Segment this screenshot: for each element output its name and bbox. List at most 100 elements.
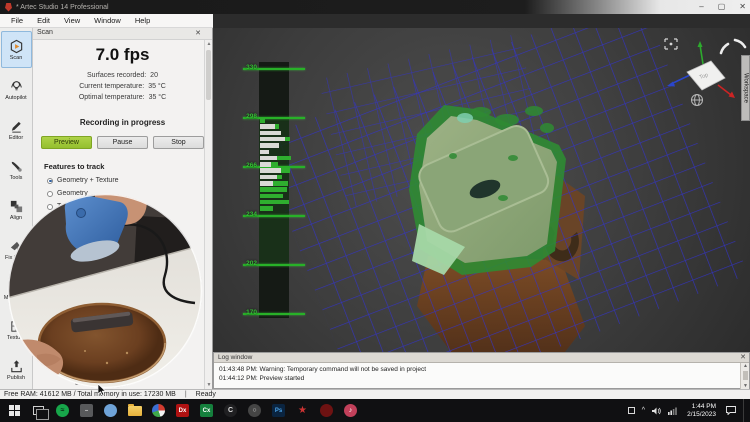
- red-character-glyph: ★: [298, 405, 307, 416]
- camtasia-cx-glyph: Cx: [200, 404, 213, 417]
- taskbar-spotify-icon[interactable]: ≈: [55, 403, 70, 418]
- histogram-bar: [260, 149, 269, 154]
- workspace-tab[interactable]: Workspace: [741, 55, 750, 121]
- stop-button[interactable]: Stop: [153, 136, 204, 149]
- maximize-button[interactable]: ▢: [718, 0, 726, 14]
- ready-status: Ready: [195, 391, 216, 398]
- spotify-glyph: ≈: [56, 404, 69, 417]
- scroll-down-icon[interactable]: ▼: [205, 382, 213, 388]
- histogram-bar: [260, 174, 282, 180]
- taskbar-file-explorer-icon[interactable]: [127, 403, 142, 418]
- menu-help[interactable]: Help: [128, 14, 157, 28]
- scan-panel-title: Scan: [37, 29, 53, 36]
- action-center-icon[interactable]: [726, 406, 736, 415]
- clock-date: 2/15/2023: [687, 410, 716, 418]
- scan-panel-header[interactable]: Scan ✕: [33, 28, 212, 40]
- network-icon[interactable]: [668, 407, 677, 415]
- taskbar-photos-icon[interactable]: [151, 403, 166, 418]
- 3d-viewport[interactable]: Top 330 298 266 234 202 170 Workspace: [213, 28, 750, 352]
- dark-red-app-glyph: [320, 404, 333, 417]
- histogram-bar: [260, 168, 290, 173]
- file-explorer-glyph: [127, 403, 142, 416]
- histogram-bar: [260, 136, 290, 142]
- taskbar-clock[interactable]: 1:44 PM 2/15/2023: [687, 403, 716, 418]
- clock-app-glyph: ○: [248, 404, 261, 417]
- pause-button[interactable]: Pause: [97, 136, 148, 149]
- scroll-up-icon[interactable]: ▲: [205, 41, 213, 47]
- log-scrollbar[interactable]: ▲ ▼: [740, 363, 749, 389]
- menu-edit[interactable]: Edit: [30, 14, 57, 28]
- system-tray: ^ 1:44 PM 2/15/2023: [627, 399, 750, 422]
- taskbar-music-pink-icon[interactable]: ♪: [343, 403, 358, 418]
- sidebar-item-label: Editor: [8, 134, 24, 141]
- histogram-bar: [260, 193, 283, 199]
- histogram-bar: [260, 162, 278, 167]
- log-scroll-thumb[interactable]: [742, 371, 748, 380]
- log-messages: 01:43:48 PM: Warning: Temporary command …: [214, 363, 742, 389]
- tray-app-icon[interactable]: [627, 407, 635, 414]
- histogram-tick-label: 170: [246, 309, 257, 316]
- taskbar-red-character-icon[interactable]: ★: [295, 403, 310, 418]
- sidebar-item-editor[interactable]: Editor: [1, 111, 32, 148]
- menu-row: File Edit View Window Help: [0, 14, 750, 28]
- rotate-view-icon[interactable]: [719, 38, 747, 55]
- sidebar-item-autopilot[interactable]: Autopilot: [1, 71, 32, 108]
- feature-option[interactable]: Geometry + Texture: [47, 177, 212, 184]
- histogram-tick-label: 202: [246, 260, 257, 267]
- scrollbar-thumb[interactable]: [206, 50, 211, 100]
- taskbar-task-view-icon[interactable]: [31, 403, 49, 420]
- globe-icon[interactable]: [691, 94, 703, 106]
- histogram-bar: [260, 206, 273, 211]
- log-close-icon[interactable]: ✕: [740, 353, 746, 363]
- radio-icon[interactable]: [47, 177, 53, 184]
- stat-label: Surfaces recorded:: [87, 72, 147, 79]
- taskbar-browser-dark-icon[interactable]: C: [223, 403, 238, 418]
- menu-file[interactable]: File: [4, 14, 30, 28]
- nav-cube[interactable]: Top: [667, 41, 735, 98]
- taskbar-camtasia-cx-icon[interactable]: Cx: [199, 403, 214, 418]
- sidebar-item-scan[interactable]: Scan: [0, 31, 32, 68]
- log-window-header[interactable]: Log window ✕: [214, 353, 749, 363]
- app-icon: [5, 2, 12, 12]
- taskbar-clock-app-icon[interactable]: ○: [247, 403, 262, 418]
- show-desktop-button[interactable]: [743, 399, 747, 422]
- menu-view[interactable]: View: [57, 14, 87, 28]
- tablet-driver-glyph: –: [80, 404, 93, 417]
- panel-close-icon[interactable]: ✕: [195, 29, 201, 37]
- taskbar-start-icon[interactable]: [7, 403, 22, 418]
- preview-button[interactable]: Preview: [41, 136, 92, 149]
- panel-scrollbar[interactable]: ▲ ▼: [204, 40, 212, 389]
- histogram-tick-label: 266: [246, 162, 257, 169]
- window-title: * Artec Studio 14 Professional: [16, 3, 109, 11]
- histogram-tick-label: 330: [246, 64, 257, 71]
- taskbar-tablet-driver-icon[interactable]: –: [79, 403, 94, 418]
- volume-icon[interactable]: [652, 407, 661, 415]
- menu-window[interactable]: Window: [87, 14, 128, 28]
- sidebar-item-label: Tools: [9, 174, 23, 181]
- artec-studio-window: * Artec Studio 14 Professional – ▢ ✕ Fil…: [0, 0, 750, 422]
- browser-dark-glyph: C: [224, 404, 237, 417]
- histogram-bar: [260, 118, 265, 123]
- taskbar-photoshop-icon[interactable]: Ps: [271, 403, 286, 418]
- minimize-button[interactable]: –: [699, 0, 703, 14]
- stat-value: 35 °C: [148, 83, 166, 90]
- tray-chevron-icon[interactable]: ^: [642, 407, 645, 414]
- clock-time: 1:44 PM: [691, 403, 716, 410]
- taskbar-dark-red-app-icon[interactable]: [319, 403, 334, 418]
- sidebar-item-tools[interactable]: Tools: [1, 151, 32, 188]
- taskbar-weather-cloud-icon[interactable]: [103, 403, 118, 418]
- histogram-tick-label: 234: [246, 211, 257, 218]
- close-button[interactable]: ✕: [739, 0, 746, 14]
- mouse-cursor: [98, 384, 107, 396]
- histogram-tick-label: 298: [246, 113, 257, 120]
- log-scroll-up-icon[interactable]: ▲: [741, 363, 750, 369]
- start-glyph: [9, 405, 20, 416]
- depth-histogram: 330 298 266 234 202 170: [241, 58, 319, 326]
- log-line: 01:43:48 PM: Warning: Temporary command …: [219, 366, 427, 373]
- tools-icon: [9, 159, 24, 174]
- autopilot-icon: [9, 79, 24, 94]
- taskbar-adobe-dx-icon[interactable]: Dx: [175, 403, 190, 418]
- webcam-feed: [7, 193, 203, 389]
- fit-view-icon[interactable]: [664, 38, 678, 50]
- recording-status: Recording in progress: [79, 118, 166, 127]
